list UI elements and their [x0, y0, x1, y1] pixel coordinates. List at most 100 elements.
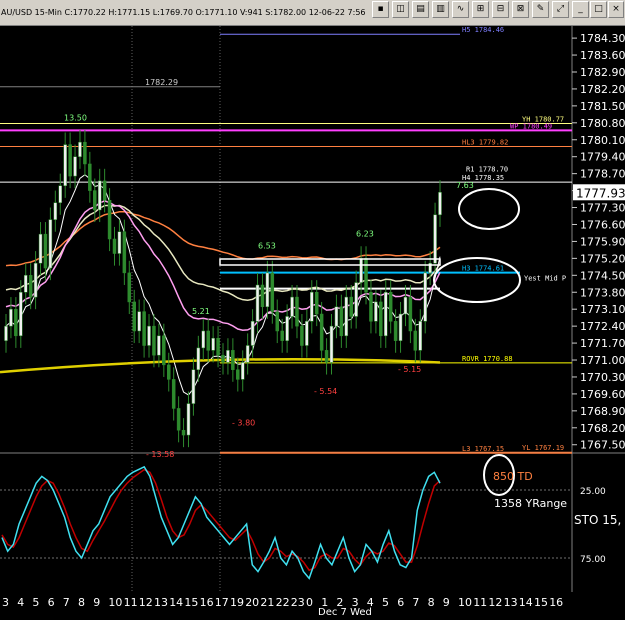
level-label-h3: H3 1774.61	[462, 265, 504, 273]
toolbar-button-3[interactable]: ▤	[412, 1, 429, 18]
candle-body	[137, 311, 141, 332]
candle-body	[226, 350, 230, 363]
down-label: - 3.80	[232, 418, 255, 427]
window-titlebar: AU/USD 15-Min C:1770.22 H:1771.15 L:1769…	[0, 0, 625, 26]
level-label-yl: YL 1767.19	[522, 444, 564, 452]
candle-body	[53, 202, 58, 220]
candle-body	[418, 321, 423, 351]
candle-body	[319, 313, 324, 351]
stoch-label: STO 15,	[574, 513, 621, 527]
candle-body	[329, 325, 334, 363]
hour-label: 10	[458, 596, 472, 609]
candle-body	[236, 369, 240, 380]
candle-body	[344, 296, 349, 337]
level-label-hl3: HL3 1779.82	[462, 139, 508, 147]
toolbar-button-4[interactable]: ▥	[432, 1, 449, 18]
hour-label: 5	[32, 596, 39, 609]
toolbar-button-6[interactable]: ⊞	[472, 1, 489, 18]
down-label: - 5.54	[314, 387, 337, 396]
hour-label: 13	[504, 596, 518, 609]
candle-body	[68, 144, 72, 177]
hour-label: 9	[93, 596, 100, 609]
price-tick-label: 1776.60	[580, 218, 625, 231]
candle-body	[93, 190, 97, 211]
hour-label: 23	[291, 596, 305, 609]
hour-label: 5	[382, 596, 389, 609]
stochastic-panel: 25.00 75.00 STO 15, 850 TD 1358 YRange	[0, 454, 621, 580]
candle-body	[255, 284, 260, 322]
candle-body	[186, 403, 191, 436]
hour-label: 10	[108, 596, 122, 609]
candle-body	[216, 337, 220, 356]
price-tick-label: 1768.90	[580, 405, 625, 418]
level-label-wp: WP 1780.49	[510, 122, 552, 130]
candle-body	[349, 296, 353, 317]
down-label: - 5.15	[398, 365, 421, 374]
price-tick-label: 1780.80	[580, 117, 625, 130]
candle-body	[280, 330, 284, 341]
candle-body	[364, 258, 368, 293]
ohlc-readout: AU/USD 15-Min C:1770.22 H:1771.15 L:1769…	[1, 8, 366, 17]
candle-body	[132, 301, 136, 332]
swing-label: 7.63	[456, 181, 474, 190]
annotation-circle-r1	[458, 188, 520, 230]
price-tick-label: 1775.90	[580, 235, 625, 248]
price-tick-label: 1783.60	[580, 49, 625, 62]
candle-body	[295, 296, 299, 327]
price-tick-label: 1769.60	[580, 388, 625, 401]
price-tick-label: 1777.30	[580, 202, 625, 215]
hour-label: 15	[534, 596, 548, 609]
toolbar-button-1[interactable]: ▪	[372, 1, 389, 18]
candle-body	[176, 408, 181, 431]
hour-label: 15	[184, 596, 198, 609]
maximize-button[interactable]: □	[590, 1, 607, 18]
candle-body	[413, 330, 418, 351]
candle-body	[423, 272, 427, 322]
candle-body	[408, 296, 413, 332]
candle-body	[290, 296, 294, 317]
toolbar-button-2[interactable]: ◫	[392, 1, 409, 18]
level-label-r1: R1 1778.70	[466, 166, 508, 174]
candle-body	[240, 362, 245, 380]
close-button[interactable]: ×	[608, 1, 624, 18]
hour-label: 14	[519, 596, 533, 609]
time-axis: 3 4 5 6 7 8 9 10 11 12 13 14 15 16 17 19 20 21 22 23 0 1 2 3 4 5 6…	[0, 592, 625, 618]
candle-body	[171, 379, 176, 409]
price-tick-label: 1770.30	[580, 371, 625, 384]
candle-body	[324, 350, 329, 363]
hour-label: 20	[245, 596, 259, 609]
candle-body	[147, 325, 151, 346]
candle-body	[127, 272, 132, 303]
candle-body	[260, 284, 265, 308]
candle-body	[438, 192, 442, 216]
hour-label: 21	[260, 596, 274, 609]
toolbar-button-7[interactable]: ⊟	[492, 1, 509, 18]
day-label: Dec 7 Wed	[318, 607, 372, 616]
candle-body	[305, 321, 309, 346]
candle-body	[23, 275, 28, 293]
candle-body	[122, 231, 127, 274]
price-tick-label: 1779.40	[580, 151, 625, 164]
hour-label: 22	[276, 596, 290, 609]
candle-body	[379, 301, 383, 337]
candle-body	[354, 282, 358, 317]
level-label-1782: 1782.29	[145, 78, 178, 87]
candle-body	[285, 316, 289, 341]
toolbar-button-9[interactable]: ✎	[532, 1, 549, 18]
toolbar-button-10[interactable]: ⤢	[552, 1, 569, 18]
candle-body	[300, 325, 304, 346]
toolbar-button-8[interactable]: ⊠	[512, 1, 529, 18]
price-tick-label: 1771.70	[580, 337, 625, 350]
toolbar-button-5[interactable]: ∿	[452, 1, 469, 18]
hour-label: 19	[230, 596, 244, 609]
price-tick-label: 1778.70	[580, 168, 625, 181]
candle-body	[201, 330, 206, 349]
price-tick-label: 1782.90	[580, 66, 625, 79]
swing-label: 6.53	[258, 242, 276, 251]
minimize-button[interactable]: _	[572, 1, 589, 18]
candle-body	[250, 321, 255, 346]
candle-body	[310, 292, 314, 322]
price-tick-label: 1775.20	[580, 252, 625, 265]
hour-label: 6	[397, 596, 404, 609]
candle-body	[275, 311, 279, 332]
